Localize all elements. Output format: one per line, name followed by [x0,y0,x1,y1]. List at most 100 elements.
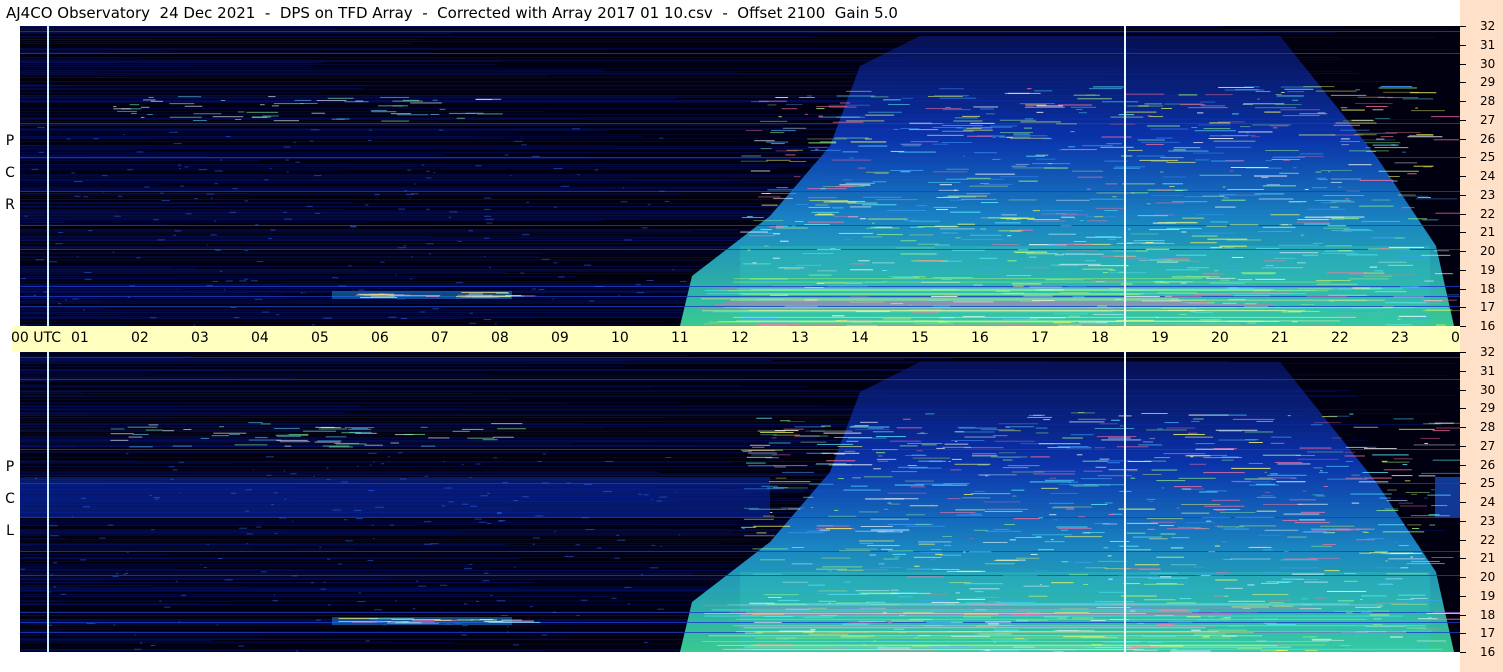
vertical-marker-left [47,352,49,652]
lcp-letter-l: L [6,523,14,539]
freq-tick-mark [1460,138,1466,140]
time-tick-label: 14 [851,330,869,346]
time-tick-label: 20 [1211,330,1229,346]
freq-tick-mark [1460,213,1466,215]
rcp-label: P C R [3,125,17,221]
freq-tick-label: 22 [1480,532,1496,547]
freq-tick-label: 29 [1480,401,1496,416]
freq-tick-mark [1460,251,1466,252]
time-tick-label: 08 [491,330,509,346]
freq-tick-mark [1460,307,1466,309]
rcp-letter-p: P [5,133,15,149]
time-axis: 00 UTC 01 02 03 04 05 06 07 08 09 10 11 12 13 14 15 16 17… [11,326,1503,352]
freq-tick-label: 25 [1480,476,1496,491]
freq-tick-label: 24 [1480,495,1496,509]
freq-tick-label: 18 [1480,607,1496,622]
freq-tick-mark [1460,269,1466,271]
freq-tick-mark [1460,633,1466,635]
time-tick-label: 11 [671,330,689,346]
freq-tick-label: 24 [1480,169,1496,183]
freq-tick-mark [1460,44,1466,46]
rcp-letter-c: C [5,165,15,181]
freq-tick-mark [1460,614,1466,616]
time-tick-label: 02 [131,330,149,346]
freq-tick-mark [1460,389,1466,391]
lcp-spectrogram [20,352,1460,652]
freq-tick-mark [1460,82,1466,84]
freq-tick-mark [1460,483,1466,485]
freq-tick-mark [1460,558,1466,560]
freq-tick-mark [1460,502,1466,503]
time-tick-label: 03 [191,330,209,346]
rcp-spectrogram [20,26,1460,326]
freq-tick-mark [1460,408,1466,410]
freq-tick-label: 27 [1480,438,1496,453]
freq-tick-mark [1460,370,1466,372]
time-tick-label: 23 [1391,330,1409,346]
time-tick-label: 10 [611,330,629,346]
time-tick-label: 19 [1151,330,1169,346]
time-tick-label: 16 [971,330,989,346]
time-tick-label: 22 [1331,330,1349,346]
freq-tick-label: 32 [1480,19,1496,33]
freq-tick-label: 21 [1480,225,1496,240]
freq-tick-mark [1460,352,1466,353]
freq-tick-label: 31 [1480,363,1496,378]
freq-tick-label: 23 [1480,187,1496,202]
freq-tick-label: 28 [1480,420,1496,434]
freq-tick-label: 17 [1480,626,1496,641]
freq-tick-mark [1460,157,1466,159]
freq-tick-label: 31 [1480,37,1496,52]
freq-tick-label: 16 [1480,319,1496,333]
time-tick-label: 06 [371,330,389,346]
time-tick-label: 21 [1271,330,1289,346]
chart-title: AJ4CO Observatory 24 Dec 2021 - DPS on T… [6,4,898,22]
rcp-spectrogram-panel [20,26,1460,326]
time-tick-label: 07 [431,330,449,346]
frequency-axis: 32 31 30 29 28 27 26 25 24 23 22 21 20 19 18 17 16 32 31 30… [1460,0,1503,672]
freq-tick-mark [1460,652,1466,653]
time-tick-label: 13 [791,330,809,346]
vertical-marker-right [1124,26,1126,326]
freq-tick-label: 17 [1480,300,1496,315]
freq-tick-label: 23 [1480,513,1496,528]
time-tick-label: 05 [311,330,329,346]
time-tick-label: 00 UTC [11,330,62,346]
freq-tick-label: 18 [1480,281,1496,296]
freq-tick-mark [1460,119,1466,121]
lcp-label: P C L [3,451,17,547]
freq-tick-mark [1460,595,1466,597]
freq-tick-label: 26 [1480,131,1496,146]
rcp-letter-r: R [5,197,15,213]
freq-tick-mark [1460,577,1466,578]
freq-tick-label: 22 [1480,206,1496,221]
freq-tick-mark [1460,464,1466,466]
vertical-marker-left [47,26,49,326]
freq-tick-mark [1460,232,1466,234]
freq-tick-label: 19 [1480,588,1496,603]
freq-tick-label: 30 [1480,56,1496,71]
freq-tick-mark [1460,63,1466,65]
freq-tick-label: 28 [1480,94,1496,108]
freq-tick-label: 20 [1480,244,1496,258]
freq-tick-label: 32 [1480,345,1496,359]
freq-tick-mark [1460,176,1466,177]
freq-tick-mark [1460,288,1466,290]
time-tick-label: 01 [71,330,89,346]
freq-tick-label: 26 [1480,457,1496,472]
freq-tick-label: 25 [1480,150,1496,165]
freq-tick-mark [1460,101,1466,102]
freq-tick-label: 20 [1480,570,1496,584]
time-tick-label: 18 [1091,330,1109,346]
freq-tick-mark [1460,445,1466,447]
freq-tick-label: 16 [1480,645,1496,659]
freq-tick-label: 29 [1480,75,1496,90]
freq-tick-mark [1460,326,1466,327]
time-tick-label: 15 [911,330,929,346]
lcp-letter-p: P [5,459,15,475]
vertical-marker-right [1124,352,1126,652]
freq-tick-label: 19 [1480,262,1496,277]
freq-tick-mark [1460,26,1466,27]
freq-tick-label: 21 [1480,551,1496,566]
freq-tick-mark [1460,427,1466,428]
